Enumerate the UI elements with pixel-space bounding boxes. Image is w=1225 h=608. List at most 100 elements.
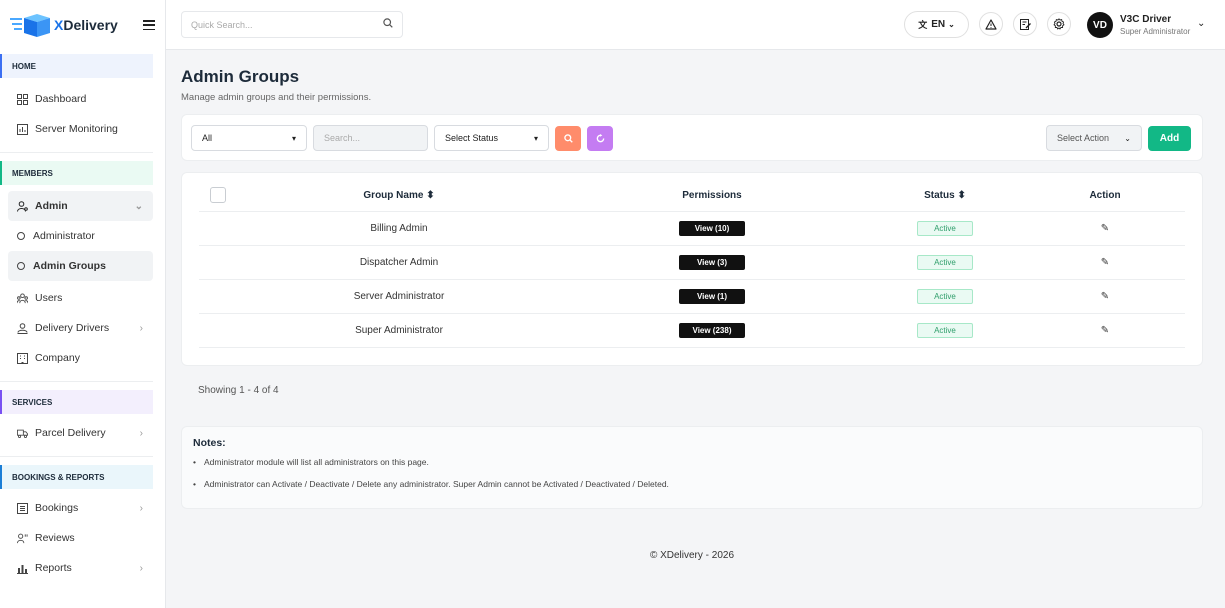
user-role: Super Administrator: [1120, 27, 1191, 36]
view-permissions-button[interactable]: View (10): [679, 221, 745, 236]
pencil-icon[interactable]: ✎: [1101, 325, 1109, 336]
action-cell: ✎: [1069, 291, 1141, 302]
brand-name: XDelivery: [54, 17, 118, 33]
nav-bookings: Bookings › Reviews Reports ›: [0, 493, 165, 583]
brand-prefix: X: [54, 17, 64, 33]
sidebar-item-label: Admin: [35, 200, 68, 212]
refresh-button[interactable]: [587, 126, 613, 151]
table-row: Super Administrator View (238) Active ✎: [199, 314, 1185, 348]
table: Group Name ⬍ Permissions Status ⬍ Action…: [199, 179, 1185, 348]
edit-note-icon: [1019, 18, 1031, 30]
group-name: Dispatcher Admin: [359, 257, 439, 268]
add-button[interactable]: Add: [1148, 126, 1191, 151]
search-button[interactable]: [555, 126, 581, 151]
search-icon[interactable]: [383, 18, 393, 31]
nav-members: Admin ⌄ Administrator Admin Groups Users…: [0, 191, 165, 373]
sidebar-item-label: Parcel Delivery: [35, 427, 106, 439]
section-bookings: BOOKINGS & REPORTS: [0, 465, 153, 489]
chevron-down-icon: ▾: [533, 133, 538, 143]
alert-button[interactable]: [979, 12, 1003, 36]
select-all-checkbox[interactable]: [210, 187, 226, 203]
menu-toggle-icon[interactable]: [143, 20, 155, 30]
sidebar-item-reports[interactable]: Reports ›: [0, 553, 165, 583]
table-row: Dispatcher Admin View (3) Active ✎: [199, 246, 1185, 280]
page-title: Admin Groups: [181, 67, 300, 86]
action-select[interactable]: Select Action ⌄: [1046, 125, 1142, 151]
table-row: Billing Admin View (10) Active ✎: [199, 212, 1185, 246]
sidebar-item-delivery-drivers[interactable]: Delivery Drivers ›: [0, 313, 165, 343]
avatar[interactable]: VD: [1087, 12, 1113, 38]
gear-icon: [1053, 18, 1065, 30]
sidebar-item-admin-groups[interactable]: Admin Groups: [8, 251, 153, 281]
pencil-icon[interactable]: ✎: [1101, 291, 1109, 302]
header-status[interactable]: Status ⬍: [899, 190, 991, 201]
filter-bar: All ▾ Search... Select Status ▾ Select A…: [181, 114, 1203, 161]
divider: [0, 381, 153, 382]
group-name: Server Administrator: [353, 291, 445, 302]
sidebar-item-label: Reports: [35, 562, 72, 574]
settings-button[interactable]: [1047, 12, 1071, 36]
pencil-icon[interactable]: ✎: [1101, 257, 1109, 268]
chevron-down-icon: ⌄: [948, 20, 955, 29]
user-name[interactable]: V3C Driver: [1120, 14, 1171, 25]
translate-icon: 文: [918, 20, 928, 30]
sidebar-item-label: Administrator: [33, 230, 95, 242]
header-group-name[interactable]: Group Name ⬍: [299, 190, 499, 201]
group-name: Super Administrator: [355, 325, 443, 336]
nav-home: Dashboard Server Monitoring: [0, 84, 165, 144]
quick-search-input[interactable]: Quick Search...: [181, 11, 403, 38]
chevron-down-icon: ⌄: [1124, 133, 1131, 143]
notes-panel: Notes: Administrator module will list al…: [181, 426, 1203, 509]
dashboard-icon: [17, 93, 28, 105]
status-cell: Active: [899, 221, 991, 236]
permissions-cell: View (3): [679, 255, 745, 270]
notes-list: Administrator module will list all admin…: [193, 457, 1191, 489]
action-cell: ✎: [1069, 257, 1141, 268]
view-permissions-button[interactable]: View (1): [679, 289, 745, 304]
view-permissions-button[interactable]: View (3): [679, 255, 745, 270]
sidebar-item-label: Bookings: [35, 502, 79, 514]
chevron-right-icon: ›: [139, 562, 143, 574]
reviews-icon: [17, 533, 28, 544]
sidebar-item-server-monitoring[interactable]: Server Monitoring: [0, 114, 165, 144]
sidebar-item-label: Delivery Drivers: [35, 322, 110, 334]
action-select-value: Select Action: [1057, 133, 1110, 143]
sidebar-item-reviews[interactable]: Reviews: [0, 523, 165, 553]
pencil-icon[interactable]: ✎: [1101, 223, 1109, 234]
language-selector[interactable]: 文 EN ⌄: [904, 11, 969, 38]
sidebar-item-users[interactable]: Users: [0, 283, 165, 313]
circle-icon: [17, 232, 25, 240]
action-cell: ✎: [1069, 325, 1141, 336]
permissions-cell: View (1): [679, 289, 745, 304]
company-icon: [17, 352, 28, 364]
chevron-down-icon: ▾: [291, 133, 296, 143]
divider: [0, 152, 153, 153]
footer: © XDelivery - 2026: [649, 550, 735, 561]
refresh-icon: [596, 134, 604, 143]
status-select[interactable]: Select Status ▾: [434, 125, 549, 151]
sidebar-item-label: Server Monitoring: [35, 123, 118, 135]
header-permissions: Permissions: [682, 189, 742, 201]
notes-button[interactable]: [1013, 12, 1037, 36]
header-label: Group Name: [363, 189, 424, 201]
permissions-cell: View (10): [679, 221, 745, 236]
chart-icon: [17, 123, 28, 135]
view-permissions-button[interactable]: View (238): [679, 323, 745, 338]
brand[interactable]: XDelivery: [0, 0, 165, 50]
truck-icon: [17, 428, 28, 439]
sidebar-item-admin[interactable]: Admin ⌄: [8, 191, 153, 221]
chevron-down-icon[interactable]: ⌄: [1197, 18, 1205, 29]
sidebar-item-dashboard[interactable]: Dashboard: [0, 84, 165, 114]
sidebar-item-parcel-delivery[interactable]: Parcel Delivery ›: [0, 418, 165, 448]
divider: [0, 456, 153, 457]
status-badge: Active: [917, 255, 973, 270]
search-input[interactable]: Search...: [313, 125, 428, 151]
scope-select[interactable]: All ▾: [191, 125, 307, 151]
admin-icon: [17, 200, 28, 212]
topbar: Quick Search... 文 EN ⌄ VD V3C Driver Sup…: [166, 0, 1225, 50]
permissions-cell: View (238): [679, 323, 745, 338]
section-members: MEMBERS: [0, 161, 153, 185]
sidebar-item-administrator[interactable]: Administrator: [0, 221, 165, 251]
sidebar-item-bookings[interactable]: Bookings ›: [0, 493, 165, 523]
sidebar-item-company[interactable]: Company: [0, 343, 165, 373]
